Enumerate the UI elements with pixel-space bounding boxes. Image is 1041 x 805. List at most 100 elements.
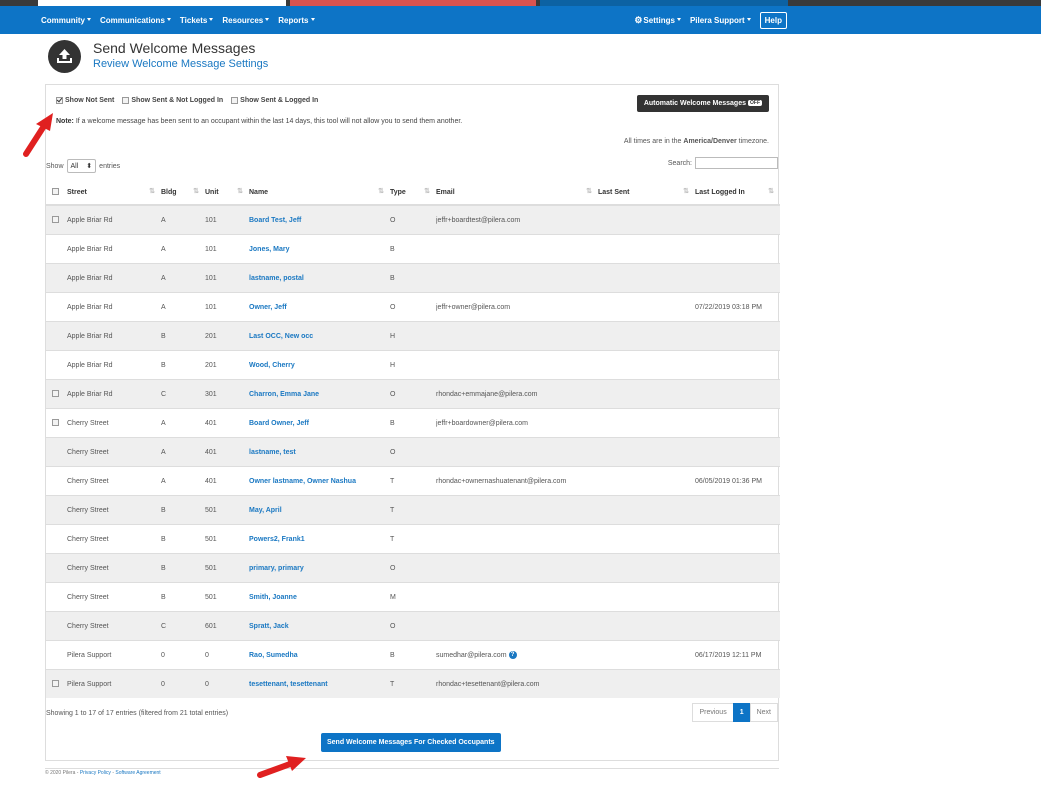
street-cell: Apple Briar Rd bbox=[67, 204, 161, 235]
footer: © 2020 Pilera - Privacy Policy - Softwar… bbox=[45, 770, 161, 776]
nav-community[interactable]: Community bbox=[41, 16, 91, 25]
street-cell: Apple Briar Rd bbox=[67, 263, 161, 293]
entries-select[interactable]: All ⬍ bbox=[66, 159, 97, 173]
unit-text: 501 bbox=[205, 564, 217, 572]
updown-icon: ⬍ bbox=[86, 163, 93, 170]
email-cell: rhondac+tesettenant@pilera.com bbox=[436, 669, 598, 698]
occupant-name-link[interactable]: Charron, Emma Jane bbox=[249, 391, 319, 398]
occupant-name-link[interactable]: Smith, Joanne bbox=[249, 594, 297, 601]
last-logged-cell bbox=[695, 524, 780, 554]
caret-down-icon bbox=[87, 17, 91, 21]
type-text: B bbox=[390, 274, 395, 282]
type-text: M bbox=[390, 593, 396, 601]
page-1-button[interactable]: 1 bbox=[732, 703, 751, 722]
col-type[interactable]: Type ⇅ bbox=[390, 180, 436, 206]
nav-user-menu[interactable]: Pilera Support bbox=[690, 16, 751, 25]
col-bldg[interactable]: Bldg ⇅ bbox=[161, 180, 205, 206]
occupant-name-link[interactable]: Owner lastname, Owner Nashua bbox=[249, 478, 356, 485]
col-name[interactable]: Name ⇅ bbox=[249, 180, 390, 206]
select-all-header[interactable] bbox=[46, 180, 67, 206]
occupant-name-link[interactable]: Rao, Sumedha bbox=[249, 652, 298, 659]
street-text: Cherry Street bbox=[67, 564, 109, 572]
occupant-name-link[interactable]: Board Test, Jeff bbox=[249, 217, 301, 224]
type-text: O bbox=[390, 303, 396, 311]
col-unit[interactable]: Unit ⇅ bbox=[205, 180, 249, 206]
type-text: O bbox=[390, 216, 396, 224]
unit-cell: 501 bbox=[205, 495, 249, 525]
bldg-text: B bbox=[161, 564, 166, 572]
street-text: Cherry Street bbox=[67, 448, 109, 456]
occupant-name-link[interactable]: Owner, Jeff bbox=[249, 304, 287, 311]
filter-sent-logged[interactable]: Show Sent & Logged In bbox=[231, 97, 318, 104]
col-last-logged-in[interactable]: Last Logged In ⇅ bbox=[695, 180, 780, 206]
occupant-name-link[interactable]: May, April bbox=[249, 507, 282, 514]
row-checkbox[interactable] bbox=[52, 679, 59, 687]
occupant-name-link[interactable]: lastname, postal bbox=[249, 275, 304, 282]
nav-settings[interactable]: ⚙Settings bbox=[634, 15, 681, 26]
search-input[interactable] bbox=[695, 157, 778, 169]
last-sent-cell bbox=[598, 204, 695, 235]
nav-reports[interactable]: Reports bbox=[278, 16, 315, 25]
help-icon[interactable]: ? bbox=[508, 651, 517, 659]
nav-resources-label: Resources bbox=[222, 15, 264, 25]
street-cell: Apple Briar Rd bbox=[67, 379, 161, 409]
col-last-sent[interactable]: Last Sent ⇅ bbox=[598, 180, 695, 206]
street-text: Apple Briar Rd bbox=[67, 361, 113, 369]
occupant-name-link[interactable]: tesettenant, tesettenant bbox=[249, 681, 328, 688]
col-street[interactable]: Street ⇅ bbox=[67, 180, 161, 206]
row-checkbox[interactable] bbox=[52, 215, 59, 223]
type-text: T bbox=[390, 535, 395, 543]
name-cell: lastname, test bbox=[249, 437, 390, 467]
send-welcome-messages-button[interactable]: Send Welcome Messages For Checked Occupa… bbox=[321, 733, 501, 752]
email-cell: rhondac+emmajane@pilera.com bbox=[436, 379, 598, 409]
row-select-cell bbox=[46, 350, 67, 380]
email-text: jeffr+owner@pilera.com bbox=[436, 303, 511, 311]
last-logged-cell bbox=[695, 234, 780, 264]
nav-tickets[interactable]: Tickets bbox=[180, 16, 214, 25]
row-checkbox[interactable] bbox=[52, 418, 59, 426]
unit-cell: 101 bbox=[205, 263, 249, 293]
filter-not-sent[interactable]: Show Not Sent bbox=[56, 97, 114, 104]
bldg-text: A bbox=[161, 419, 166, 427]
filter-not-sent-label: Show Not Sent bbox=[65, 97, 115, 104]
review-settings-link[interactable]: Review Welcome Message Settings bbox=[93, 58, 268, 70]
last-logged-cell: 06/17/2019 12:11 PM bbox=[695, 640, 780, 670]
occupant-name-link[interactable]: primary, primary bbox=[249, 565, 304, 572]
checkbox[interactable] bbox=[231, 97, 239, 104]
occupant-name-link[interactable]: Last OCC, New occ bbox=[249, 333, 313, 340]
occupant-name-link[interactable]: Board Owner, Jeff bbox=[249, 420, 309, 427]
checkbox[interactable] bbox=[122, 97, 130, 104]
street-cell: Apple Briar Rd bbox=[67, 321, 161, 351]
occupant-name-link[interactable]: Jones, Mary bbox=[249, 246, 289, 253]
nav-communications-label: Communications bbox=[100, 15, 165, 25]
col-email[interactable]: Email ⇅ bbox=[436, 180, 598, 206]
prev-page-button[interactable]: Previous bbox=[692, 703, 734, 722]
nav-communications[interactable]: Communications bbox=[100, 16, 171, 25]
software-agreement-link[interactable]: Software Agreement bbox=[115, 770, 160, 776]
bldg-text: A bbox=[161, 274, 166, 282]
privacy-policy-link[interactable]: Privacy Policy bbox=[80, 770, 111, 776]
email-cell: sumedhar@pilera.com? bbox=[436, 640, 598, 670]
type-cell: B bbox=[390, 640, 436, 670]
bldg-text: C bbox=[161, 390, 167, 398]
street-text: Cherry Street bbox=[67, 622, 109, 630]
occupant-name-link[interactable]: Spratt, Jack bbox=[249, 623, 289, 630]
filter-sent-not-logged[interactable]: Show Sent & Not Logged In bbox=[122, 97, 223, 104]
row-checkbox[interactable] bbox=[52, 389, 59, 397]
occupant-name-link[interactable]: Powers2, Frank1 bbox=[249, 536, 305, 543]
help-button[interactable]: Help bbox=[759, 11, 787, 29]
automatic-welcome-messages-button[interactable]: Automatic Welcome Messages OFF bbox=[636, 95, 769, 112]
nav-resources[interactable]: Resources bbox=[222, 15, 270, 25]
filter-sent-logged-label: Show Sent & Logged In bbox=[240, 97, 319, 104]
nav-settings-label: Settings bbox=[643, 15, 675, 25]
type-cell: B bbox=[390, 263, 436, 293]
annotation-arrow-icon bbox=[23, 113, 53, 157]
checkbox-checked[interactable] bbox=[56, 97, 63, 104]
street-cell: Apple Briar Rd bbox=[67, 350, 161, 380]
last-sent-cell bbox=[598, 524, 695, 554]
bldg-text: B bbox=[161, 593, 166, 601]
occupant-name-link[interactable]: lastname, test bbox=[249, 449, 296, 456]
select-all-checkbox[interactable] bbox=[52, 187, 59, 195]
occupant-name-link[interactable]: Wood, Cherry bbox=[249, 362, 295, 369]
next-page-button[interactable]: Next bbox=[749, 703, 778, 722]
